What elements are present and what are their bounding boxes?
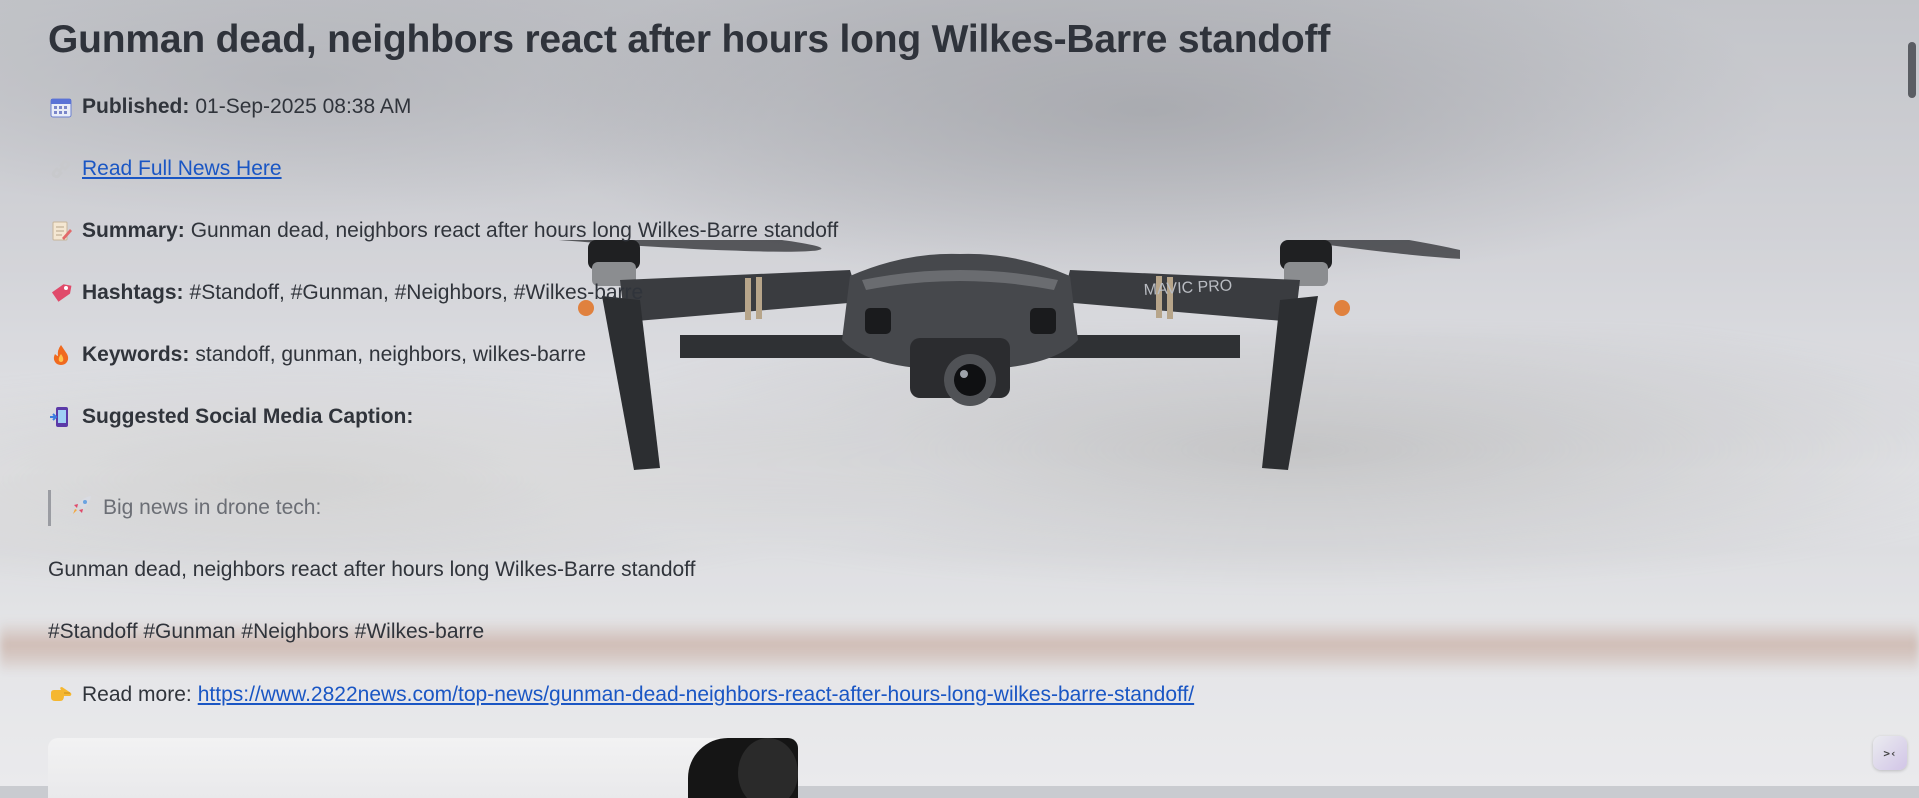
caption-headline: Gunman dead, neighbors react after hours…: [48, 558, 696, 581]
read-full-row: Read Full News Here: [48, 156, 282, 182]
caption-quote: Big news in drone tech:: [48, 490, 321, 526]
summary-row: Summary: Gunman dead, neighbors react af…: [48, 218, 838, 244]
calendar-icon: [48, 94, 74, 120]
article-image-preview: [48, 738, 798, 798]
read-more-row: Read more: https://www.2822news.com/top-…: [48, 682, 1194, 708]
read-full-news-link[interactable]: Read Full News Here: [82, 157, 282, 181]
caption-quote-text: Big news in drone tech:: [103, 496, 322, 519]
caption-label: Suggested Social Media Caption:: [82, 405, 414, 428]
fire-icon: [48, 342, 74, 368]
hashtags-label: Hashtags:: [82, 281, 184, 304]
caption-row: Suggested Social Media Caption:: [48, 404, 419, 430]
mobile-phone-icon: [48, 404, 74, 430]
link-icon: [48, 156, 74, 182]
summary-label: Summary:: [82, 219, 185, 242]
expand-widget-icon[interactable]: >‹: [1873, 736, 1907, 770]
published-value: 01-Sep-2025 08:38 AM: [195, 95, 412, 118]
hashtags-value: #Standoff, #Gunman, #Neighbors, #Wilkes-…: [189, 281, 644, 304]
caption-hashtags: #Standoff #Gunman #Neighbors #Wilkes-bar…: [48, 620, 485, 643]
read-more-link[interactable]: https://www.2822news.com/top-news/gunman…: [198, 683, 1194, 707]
tag-icon: [48, 280, 74, 306]
pointing-hand-icon: [48, 682, 74, 708]
summary-value: Gunman dead, neighbors react after hours…: [190, 219, 839, 242]
article-title: Gunman dead, neighbors react after hours…: [48, 18, 1331, 61]
published-label: Published:: [82, 95, 190, 118]
rocket-icon: [71, 494, 93, 522]
keywords-row: Keywords: standoff, gunman, neighbors, w…: [48, 342, 586, 368]
published-row: Published: 01-Sep-2025 08:38 AM: [48, 94, 411, 120]
keywords-label: Keywords:: [82, 343, 190, 366]
memo-icon: [48, 218, 74, 244]
keywords-value: standoff, gunman, neighbors, wilkes-barr…: [195, 343, 587, 366]
scrollbar-thumb[interactable]: [1908, 42, 1916, 98]
hashtags-row: Hashtags: #Standoff, #Gunman, #Neighbors…: [48, 280, 643, 306]
read-more-label: Read more:: [82, 683, 192, 706]
vertical-scrollbar[interactable]: [1905, 0, 1919, 786]
